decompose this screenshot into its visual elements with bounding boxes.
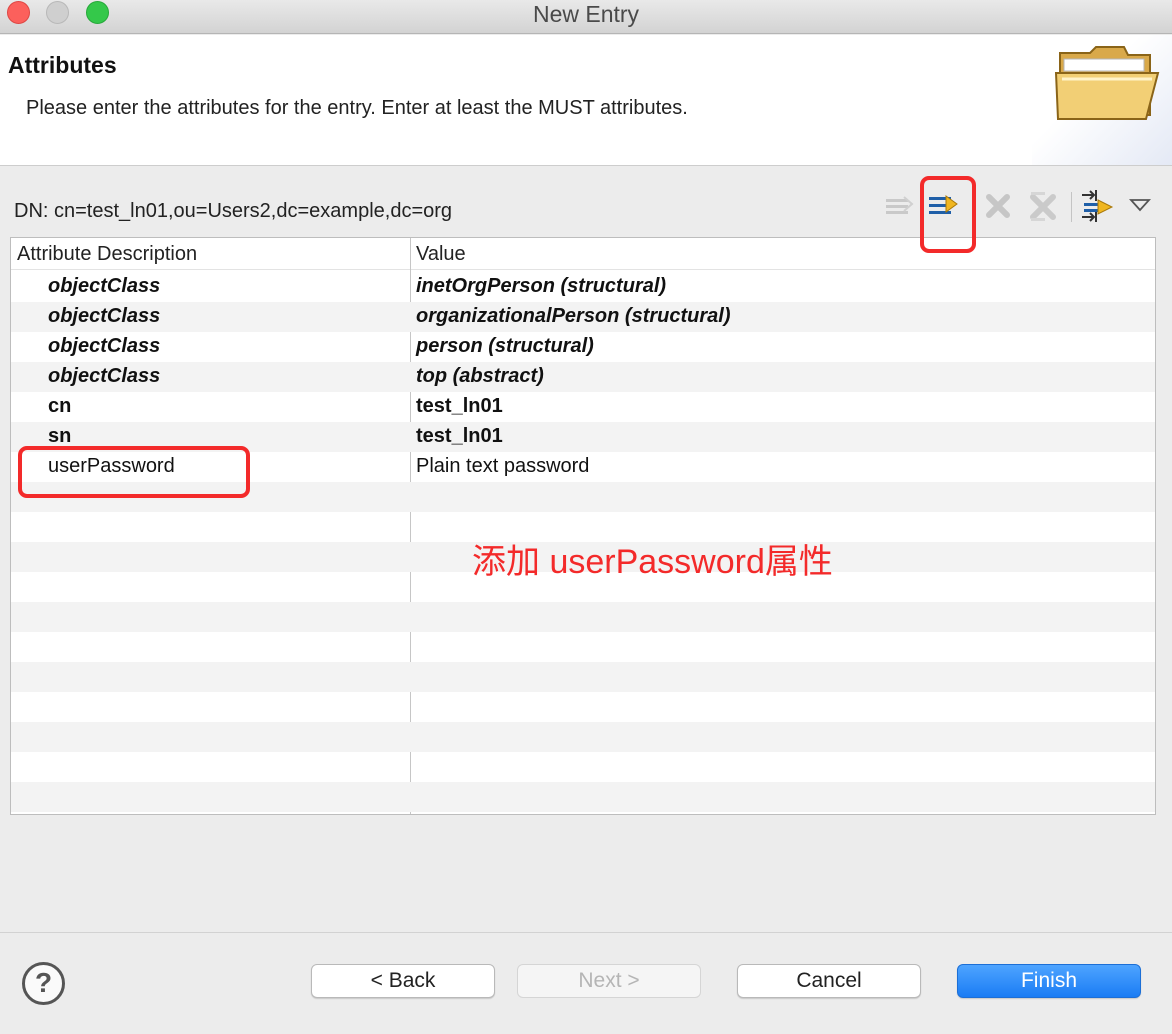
- column-header-value[interactable]: Value: [416, 243, 466, 266]
- attribute-cell: objectClass: [48, 335, 161, 357]
- attributes-table[interactable]: Attribute Description Value objectClass …: [10, 237, 1156, 815]
- page-title: Attributes: [8, 52, 117, 78]
- delete-icon: [986, 194, 1010, 218]
- delete-button[interactable]: [979, 186, 1017, 226]
- footer-divider: [0, 932, 1172, 933]
- value-cell: top (abstract): [416, 365, 544, 387]
- new-value-icon: [886, 196, 914, 214]
- attribute-cell: objectClass: [48, 305, 161, 327]
- value-cell: Plain text password: [416, 455, 590, 477]
- table-row[interactable]: objectClass inetOrgPerson (structural): [11, 272, 1155, 302]
- table-row[interactable]: objectClass top (abstract): [11, 362, 1155, 392]
- table-header: Attribute Description Value: [11, 238, 1155, 270]
- empty-row: [11, 692, 1155, 722]
- attribute-cell: sn: [48, 425, 72, 447]
- new-attribute-highlight: [920, 176, 976, 253]
- empty-row: [11, 722, 1155, 752]
- dn-label: DN: cn=test_ln01,ou=Users2,dc=example,dc…: [14, 200, 453, 222]
- view-menu-icon: [1129, 199, 1151, 212]
- attribute-cell: cn: [48, 395, 72, 417]
- attribute-cell: objectClass: [48, 275, 161, 297]
- delete-all-button[interactable]: [1024, 186, 1062, 226]
- value-cell: inetOrgPerson (structural): [416, 275, 667, 297]
- empty-row: [11, 632, 1155, 662]
- expand-button[interactable]: [1078, 186, 1116, 226]
- cancel-button[interactable]: Cancel: [737, 964, 921, 998]
- empty-row: [11, 752, 1155, 782]
- folder-icon: [1054, 46, 1160, 120]
- empty-row: [11, 662, 1155, 692]
- user-password-highlight: [18, 446, 250, 498]
- toolbar-separator: [1071, 192, 1072, 222]
- table-row[interactable]: cn test_ln01: [11, 392, 1155, 422]
- wizard-header: Attributes Please enter the attributes f…: [0, 35, 1172, 166]
- page-description: Please enter the attributes for the entr…: [26, 97, 688, 119]
- table-row[interactable]: objectClass person (structural): [11, 332, 1155, 362]
- value-cell: organizationalPerson (structural): [416, 305, 731, 327]
- help-button[interactable]: ?: [22, 962, 65, 1005]
- finish-button[interactable]: Finish: [957, 964, 1141, 998]
- annotation-text: 添加 userPassword属性: [472, 543, 833, 581]
- expand-icon: [1082, 190, 1114, 222]
- attribute-cell: objectClass: [48, 365, 161, 387]
- header-banner: [1032, 35, 1172, 165]
- empty-row: [11, 782, 1155, 812]
- title-bar: New Entry: [0, 0, 1172, 34]
- value-cell: person (structural): [416, 335, 594, 357]
- empty-row: [11, 812, 1155, 814]
- next-button[interactable]: Next >: [517, 964, 701, 998]
- column-header-attribute[interactable]: Attribute Description: [17, 243, 197, 266]
- delete-all-icon: [1030, 192, 1056, 221]
- value-cell: test_ln01: [416, 395, 503, 417]
- value-cell: test_ln01: [416, 425, 503, 447]
- empty-row: [11, 602, 1155, 632]
- window-title: New Entry: [532, 1, 640, 27]
- help-icon: ?: [34, 967, 53, 998]
- table-row[interactable]: objectClass organizationalPerson (struct…: [11, 302, 1155, 332]
- back-button[interactable]: < Back: [311, 964, 495, 998]
- view-menu-button[interactable]: [1121, 186, 1159, 226]
- new-value-button[interactable]: [880, 186, 918, 226]
